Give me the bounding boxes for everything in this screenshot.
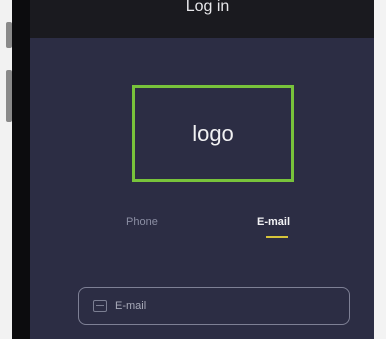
login-method-tabs: Phone E-mail bbox=[30, 216, 385, 256]
app-stage: Log in logo Phone E-mail bbox=[0, 0, 386, 339]
envelope-icon bbox=[93, 300, 107, 312]
login-screen: Log in logo Phone E-mail bbox=[30, 0, 385, 339]
logo-placeholder: logo bbox=[132, 85, 294, 182]
top-bar: Log in bbox=[30, 0, 385, 38]
logo-text: logo bbox=[192, 120, 234, 146]
tab-email[interactable]: E-mail bbox=[257, 216, 290, 228]
page-title: Log in bbox=[185, 0, 230, 15]
active-tab-indicator bbox=[266, 236, 288, 238]
tab-phone[interactable]: Phone bbox=[126, 216, 158, 228]
page-edge bbox=[374, 0, 386, 339]
phone-frame: Log in logo Phone E-mail bbox=[12, 0, 386, 339]
email-input[interactable] bbox=[115, 300, 335, 312]
email-field[interactable] bbox=[78, 287, 350, 325]
